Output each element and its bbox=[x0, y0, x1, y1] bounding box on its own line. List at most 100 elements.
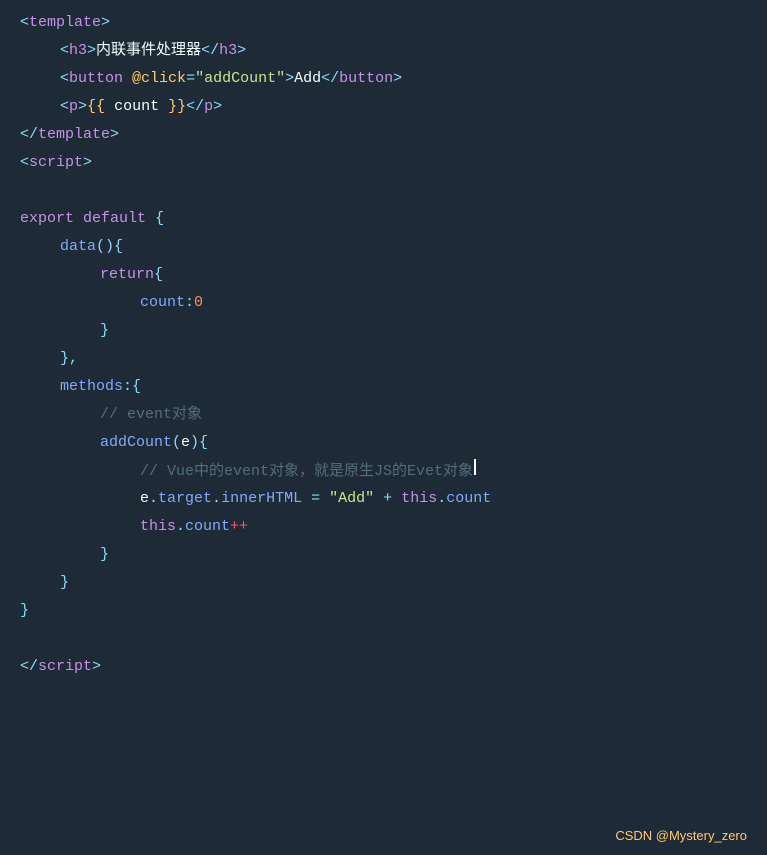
code-token: > bbox=[101, 11, 110, 35]
code-line: this.count++ bbox=[0, 514, 767, 542]
code-line: // Vue中的event对象，就是原生JS的Evet对象 bbox=[0, 458, 767, 486]
code-line: }, bbox=[0, 346, 767, 374]
code-token: </ bbox=[321, 67, 339, 91]
code-token: = bbox=[186, 67, 195, 91]
code-token: . bbox=[437, 487, 446, 511]
code-token: } bbox=[20, 599, 29, 623]
code-token: > bbox=[83, 151, 92, 175]
code-token bbox=[123, 67, 132, 91]
code-token bbox=[320, 487, 329, 511]
code-line: } bbox=[0, 542, 767, 570]
code-token: @click bbox=[132, 67, 186, 91]
code-line: <p>{{ count }}</p> bbox=[0, 94, 767, 122]
code-token: { bbox=[114, 235, 123, 259]
code-token: </ bbox=[20, 123, 38, 147]
code-token: p bbox=[69, 95, 78, 119]
code-token: </ bbox=[186, 95, 204, 119]
code-token: </ bbox=[20, 655, 38, 679]
code-line: // event对象 bbox=[0, 402, 767, 430]
code-line: </script> bbox=[0, 654, 767, 682]
code-token: // event对象 bbox=[100, 403, 202, 427]
code-line: e.target.innerHTML = "Add" + this.count bbox=[0, 486, 767, 514]
code-token: . bbox=[212, 487, 221, 511]
code-token: = bbox=[311, 487, 320, 511]
code-token: + bbox=[383, 487, 392, 511]
code-token: < bbox=[60, 95, 69, 119]
code-token: "Add" bbox=[329, 487, 374, 511]
code-token: h3 bbox=[69, 39, 87, 63]
code-token: e bbox=[181, 431, 190, 455]
code-token: button bbox=[339, 67, 393, 91]
text-cursor bbox=[474, 459, 476, 475]
code-token: template bbox=[29, 11, 101, 35]
code-token: > bbox=[110, 123, 119, 147]
code-token bbox=[302, 487, 311, 511]
code-token: < bbox=[20, 11, 29, 35]
watermark: CSDN @Mystery_zero bbox=[615, 828, 747, 843]
code-token: h3 bbox=[219, 39, 237, 63]
code-token bbox=[374, 487, 383, 511]
code-line: } bbox=[0, 570, 767, 598]
code-line: </template> bbox=[0, 122, 767, 150]
code-token: { bbox=[154, 263, 163, 287]
code-line: <h3>内联事件处理器</h3> bbox=[0, 38, 767, 66]
code-token: e bbox=[140, 487, 149, 511]
code-token: count bbox=[446, 487, 491, 511]
code-token bbox=[146, 207, 155, 231]
code-token: > bbox=[285, 67, 294, 91]
code-token: {{ bbox=[87, 95, 114, 119]
code-token: template bbox=[38, 123, 110, 147]
code-token: } bbox=[100, 319, 109, 343]
code-token: methods bbox=[60, 375, 123, 399]
code-token: script bbox=[38, 655, 92, 679]
code-token: </ bbox=[201, 39, 219, 63]
code-token: . bbox=[176, 515, 185, 539]
code-token: this bbox=[140, 515, 176, 539]
code-token: } bbox=[100, 543, 109, 567]
code-token: "addCount" bbox=[195, 67, 285, 91]
code-token: . bbox=[149, 487, 158, 511]
code-token: ( bbox=[172, 431, 181, 455]
code-token bbox=[392, 487, 401, 511]
code-line: } bbox=[0, 598, 767, 626]
code-token: addCount bbox=[100, 431, 172, 455]
code-token: default bbox=[83, 207, 146, 231]
code-line: <template> bbox=[0, 10, 767, 38]
code-token: count bbox=[114, 95, 159, 119]
code-token: Add bbox=[294, 67, 321, 91]
code-token: } bbox=[60, 571, 69, 595]
code-token: > bbox=[213, 95, 222, 119]
code-token: < bbox=[60, 67, 69, 91]
code-token: 0 bbox=[194, 291, 203, 315]
code-line bbox=[0, 178, 767, 206]
code-line: <script> bbox=[0, 150, 767, 178]
code-token: innerHTML bbox=[221, 487, 302, 511]
code-token: script bbox=[29, 151, 83, 175]
code-line: count:0 bbox=[0, 290, 767, 318]
code-line: addCount(e){ bbox=[0, 430, 767, 458]
code-token: data bbox=[60, 235, 96, 259]
code-token: > bbox=[87, 39, 96, 63]
code-line: <button @click="addCount">Add</button> bbox=[0, 66, 767, 94]
code-line: } bbox=[0, 318, 767, 346]
code-line: data(){ bbox=[0, 234, 767, 262]
code-token: }, bbox=[60, 347, 78, 371]
code-token: count bbox=[140, 291, 185, 315]
code-token: this bbox=[401, 487, 437, 511]
code-token: export bbox=[20, 207, 74, 231]
code-token: () bbox=[96, 235, 114, 259]
code-line: methods:{ bbox=[0, 374, 767, 402]
code-token: // Vue中的event对象，就是原生JS的Evet对象 bbox=[140, 460, 473, 484]
code-editor: <template><h3>内联事件处理器</h3><button @click… bbox=[0, 0, 767, 855]
code-token: > bbox=[393, 67, 402, 91]
code-token: return bbox=[100, 263, 154, 287]
code-token: :{ bbox=[123, 375, 141, 399]
code-line: export default { bbox=[0, 206, 767, 234]
code-token: { bbox=[155, 207, 164, 231]
code-token: }} bbox=[159, 95, 186, 119]
code-content: <template><h3>内联事件处理器</h3><button @click… bbox=[0, 10, 767, 682]
code-token: 内联事件处理器 bbox=[96, 39, 201, 63]
code-token: button bbox=[69, 67, 123, 91]
code-token: target bbox=[158, 487, 212, 511]
code-token: ){ bbox=[190, 431, 208, 455]
